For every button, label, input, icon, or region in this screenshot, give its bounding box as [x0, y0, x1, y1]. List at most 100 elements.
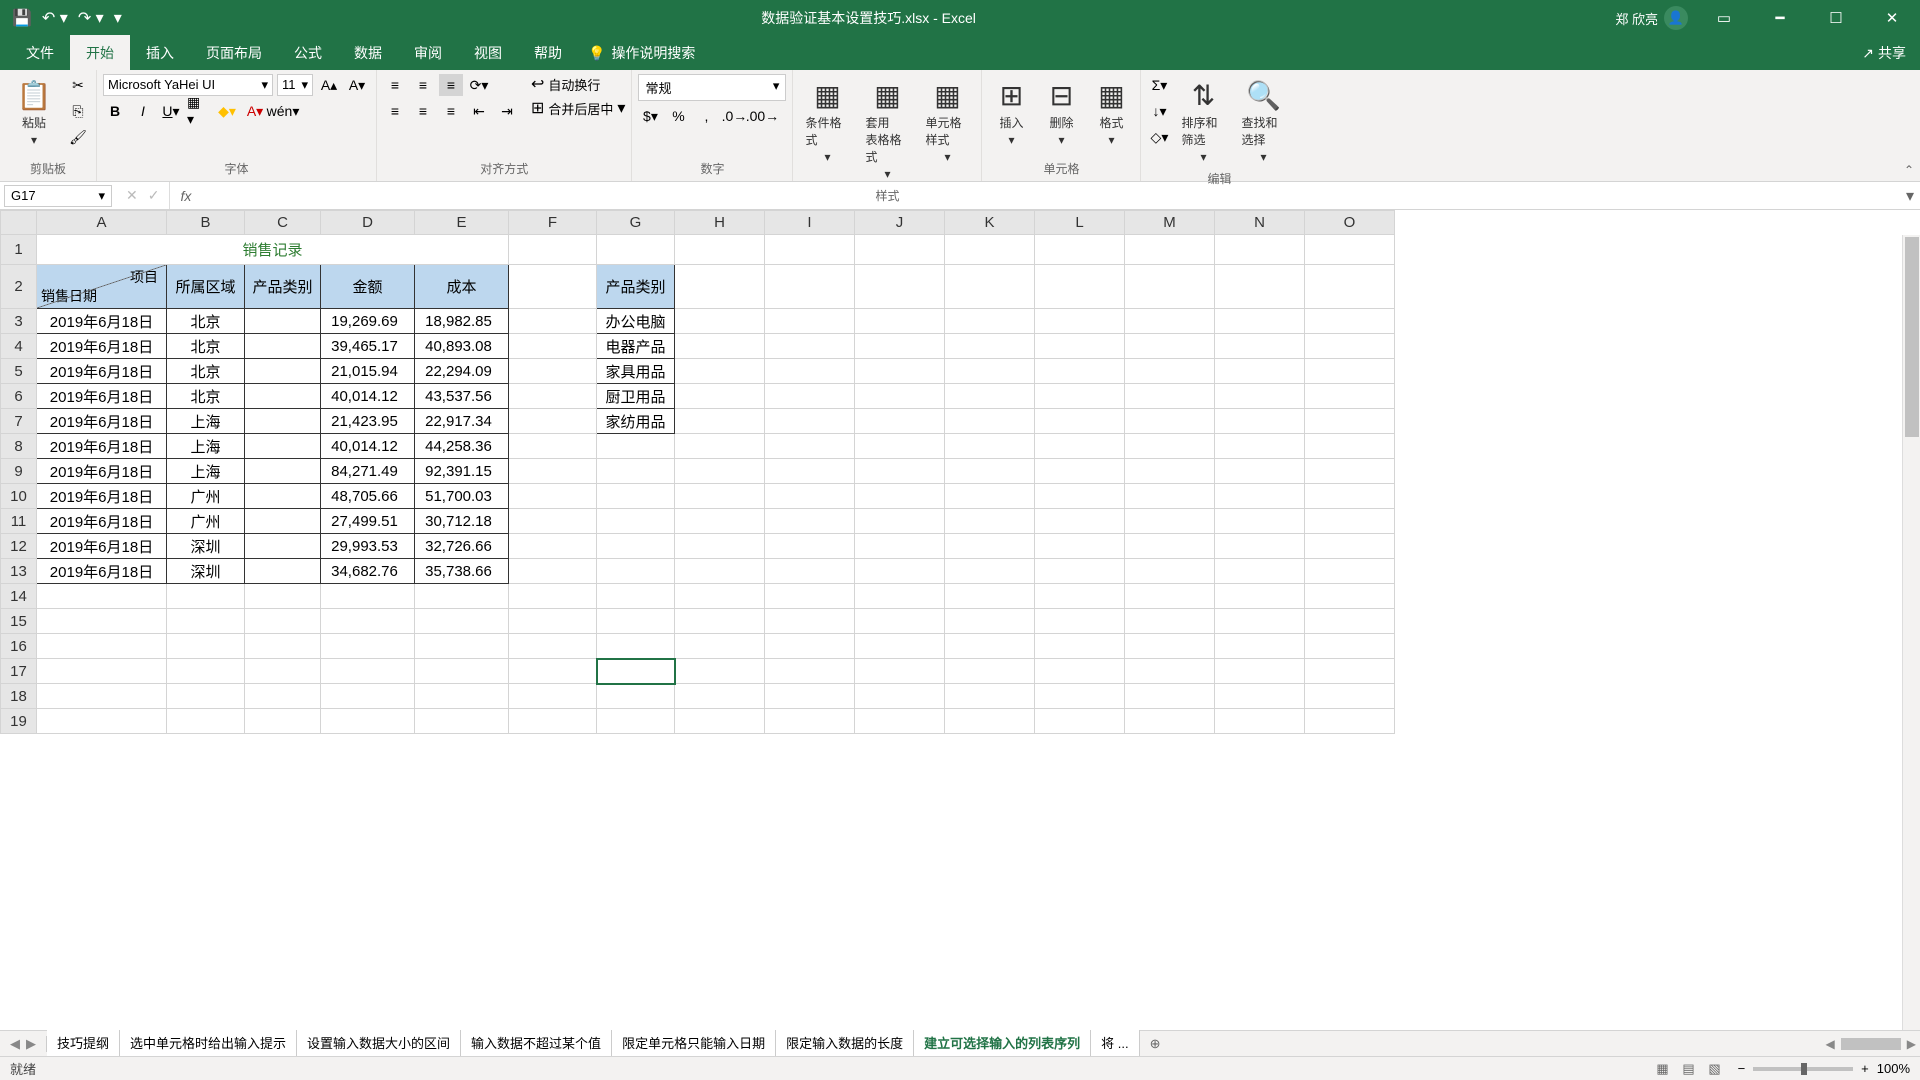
cell[interactable] [675, 559, 765, 584]
header-cell[interactable]: 金额 [321, 265, 415, 309]
cell[interactable] [1035, 484, 1125, 509]
cell[interactable] [1215, 684, 1305, 709]
col-header-J[interactable]: J [855, 211, 945, 235]
delete-cells-button[interactable]: ⊟删除▾ [1038, 74, 1084, 151]
cut-icon[interactable]: ✂ [66, 74, 90, 96]
cell[interactable] [945, 509, 1035, 534]
cell[interactable] [1035, 534, 1125, 559]
cell[interactable] [675, 235, 765, 265]
cell[interactable] [597, 459, 675, 484]
cell[interactable] [945, 559, 1035, 584]
underline-button[interactable]: U ▾ [159, 100, 183, 122]
cell[interactable] [1215, 709, 1305, 734]
cell[interactable] [945, 359, 1035, 384]
cell[interactable] [945, 434, 1035, 459]
header-cell[interactable]: 成本 [415, 265, 509, 309]
row-header-10[interactable]: 10 [1, 484, 37, 509]
ribbon-display-icon[interactable]: ▭ [1704, 9, 1744, 27]
cell[interactable]: 2019年6月18日 [37, 384, 167, 409]
col-header-L[interactable]: L [1035, 211, 1125, 235]
cell[interactable] [855, 634, 945, 659]
accounting-icon[interactable]: $▾ [638, 105, 662, 127]
cell[interactable] [675, 584, 765, 609]
cell[interactable] [1305, 235, 1395, 265]
cell[interactable] [945, 609, 1035, 634]
cell[interactable] [1125, 584, 1215, 609]
zoom-slider[interactable] [1753, 1067, 1853, 1071]
cell[interactable] [321, 584, 415, 609]
cell[interactable]: 35,738.66 [415, 559, 509, 584]
cell[interactable] [321, 659, 415, 684]
row-header-19[interactable]: 19 [1, 709, 37, 734]
tab-view[interactable]: 视图 [458, 35, 518, 71]
cell[interactable] [1215, 384, 1305, 409]
cell[interactable] [167, 634, 245, 659]
orientation-icon[interactable]: ⟳▾ [467, 74, 491, 96]
cell[interactable] [1035, 235, 1125, 265]
vertical-scrollbar[interactable] [1902, 235, 1920, 1030]
cell[interactable] [945, 309, 1035, 334]
sheet-tab[interactable]: 技巧提纲 [47, 1029, 120, 1058]
cell[interactable] [675, 359, 765, 384]
cell[interactable] [945, 484, 1035, 509]
col-header-N[interactable]: N [1215, 211, 1305, 235]
cell[interactable] [1125, 684, 1215, 709]
row-header-13[interactable]: 13 [1, 559, 37, 584]
cell[interactable] [675, 659, 765, 684]
percent-icon[interactable]: % [666, 105, 690, 127]
cell[interactable] [1215, 559, 1305, 584]
cell[interactable] [765, 534, 855, 559]
cell[interactable] [855, 684, 945, 709]
cell[interactable] [1305, 434, 1395, 459]
cell[interactable] [597, 709, 675, 734]
cell[interactable] [1305, 609, 1395, 634]
sheet-tab[interactable]: 选中单元格时给出输入提示 [120, 1029, 297, 1058]
sheet-tab[interactable]: 设置输入数据大小的区间 [297, 1029, 461, 1058]
cell[interactable]: 2019年6月18日 [37, 459, 167, 484]
cell[interactable] [1305, 459, 1395, 484]
tab-review[interactable]: 审阅 [398, 35, 458, 71]
tab-data[interactable]: 数据 [338, 35, 398, 71]
cell[interactable] [855, 559, 945, 584]
cell[interactable] [245, 709, 321, 734]
cell[interactable] [1305, 534, 1395, 559]
cell[interactable] [245, 684, 321, 709]
cell[interactable] [509, 309, 597, 334]
cell[interactable] [945, 409, 1035, 434]
cell[interactable]: 21,423.95 [321, 409, 415, 434]
cell[interactable] [1305, 265, 1395, 309]
format-table-button[interactable]: ▦套用 表格格式▾ [859, 74, 915, 185]
cell[interactable] [1215, 659, 1305, 684]
cell[interactable] [509, 434, 597, 459]
cell[interactable]: 2019年6月18日 [37, 409, 167, 434]
row-header-14[interactable]: 14 [1, 584, 37, 609]
cell[interactable] [509, 334, 597, 359]
decrease-font-icon[interactable]: A▾ [345, 74, 369, 96]
sheet-tab[interactable]: 建立可选择输入的列表序列 [914, 1029, 1091, 1058]
cell[interactable] [509, 709, 597, 734]
cell[interactable] [1035, 309, 1125, 334]
cell[interactable]: 22,917.34 [415, 409, 509, 434]
cell[interactable] [597, 634, 675, 659]
cell[interactable]: 2019年6月18日 [37, 559, 167, 584]
cell[interactable] [765, 484, 855, 509]
cell[interactable]: 上海 [167, 434, 245, 459]
cell[interactable] [245, 609, 321, 634]
cell[interactable] [245, 484, 321, 509]
cell[interactable] [245, 634, 321, 659]
cell[interactable] [945, 634, 1035, 659]
collapse-ribbon-icon[interactable]: ⌃ [1904, 163, 1914, 177]
cell[interactable] [675, 509, 765, 534]
col-header-O[interactable]: O [1305, 211, 1395, 235]
cell[interactable] [675, 265, 765, 309]
zoom-in-icon[interactable]: + [1861, 1061, 1869, 1076]
cell[interactable] [509, 634, 597, 659]
cell[interactable]: 44,258.36 [415, 434, 509, 459]
row-header-11[interactable]: 11 [1, 509, 37, 534]
cell[interactable] [37, 634, 167, 659]
cell[interactable] [1305, 334, 1395, 359]
cell[interactable] [415, 634, 509, 659]
cell[interactable] [321, 709, 415, 734]
save-icon[interactable]: 💾 [12, 8, 32, 28]
cell[interactable] [855, 509, 945, 534]
